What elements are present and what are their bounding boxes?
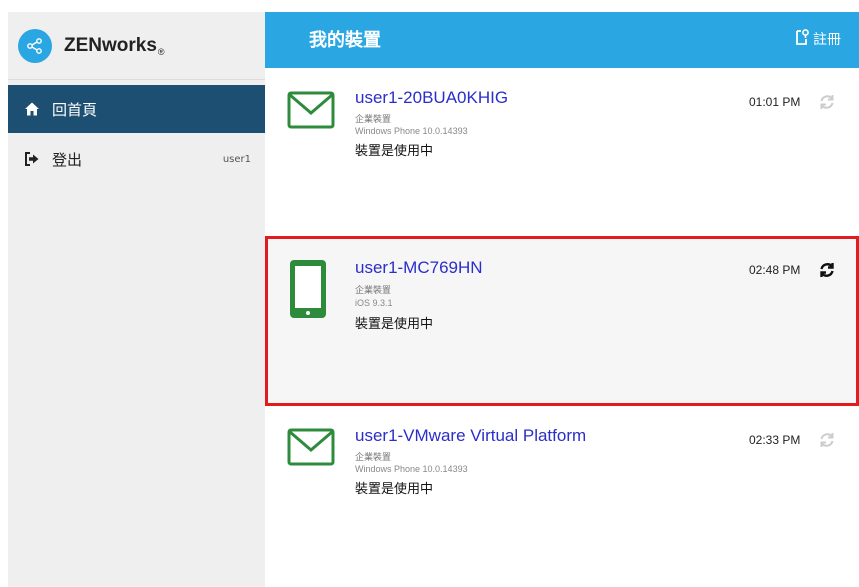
sidebar-item-label: 回首頁 xyxy=(52,100,98,119)
tablet-icon xyxy=(288,258,328,324)
device-type: 企業裝置 xyxy=(355,286,392,296)
zenworks-logo-icon xyxy=(18,28,52,63)
device-time: 02:33 PM xyxy=(749,433,801,447)
device-row-selected[interactable]: user1-MC769HN 企業裝置 iOS 9.3.1 裝置是使用中 02:4… xyxy=(265,236,859,406)
register-label: 註冊 xyxy=(813,32,841,48)
page-title: 我的裝置 xyxy=(309,30,381,51)
device-row[interactable]: user1-20BUA0KHIG 企業裝置 Windows Phone 10.0… xyxy=(265,68,859,236)
device-status: 裝置是使用中 xyxy=(355,317,434,332)
device-os: iOS 9.3.1 xyxy=(355,298,393,308)
brand: ZENworks® xyxy=(8,12,265,80)
home-icon xyxy=(24,101,40,117)
sidebar: ZENworks® 回首頁 登出 user1 xyxy=(8,12,265,587)
register-icon xyxy=(794,28,810,50)
sign-out-icon xyxy=(24,151,40,167)
envelope-icon xyxy=(287,91,335,133)
device-time: 01:01 PM xyxy=(749,95,801,109)
envelope-icon xyxy=(287,428,335,470)
device-name[interactable]: user1-MC769HN xyxy=(355,258,483,278)
device-row[interactable]: user1-VMware Virtual Platform 企業裝置 Windo… xyxy=(265,406,859,587)
sidebar-item-logout[interactable]: 登出 user1 xyxy=(8,135,265,183)
device-type: 企業裝置 xyxy=(355,115,392,125)
device-status: 裝置是使用中 xyxy=(355,482,434,497)
device-name[interactable]: user1-VMware Virtual Platform xyxy=(355,426,586,446)
device-os: Windows Phone 10.0.14393 xyxy=(355,126,468,136)
brand-name: ZENworks® xyxy=(64,34,165,57)
refresh-icon[interactable] xyxy=(818,261,836,279)
device-status: 裝置是使用中 xyxy=(355,144,434,159)
current-user-label: user1 xyxy=(222,153,251,165)
register-button[interactable]: 註冊 xyxy=(794,28,841,50)
refresh-icon[interactable] xyxy=(818,431,836,449)
sidebar-item-home[interactable]: 回首頁 xyxy=(8,85,265,133)
device-time: 02:48 PM xyxy=(749,263,801,277)
registered-mark: ® xyxy=(157,46,165,57)
device-os: Windows Phone 10.0.14393 xyxy=(355,464,468,474)
device-type: 企業裝置 xyxy=(355,453,392,463)
sidebar-item-label: 登出 xyxy=(52,150,83,169)
refresh-icon[interactable] xyxy=(818,93,836,111)
device-name[interactable]: user1-20BUA0KHIG xyxy=(355,88,508,108)
page-header: 我的裝置 註冊 xyxy=(265,12,859,68)
